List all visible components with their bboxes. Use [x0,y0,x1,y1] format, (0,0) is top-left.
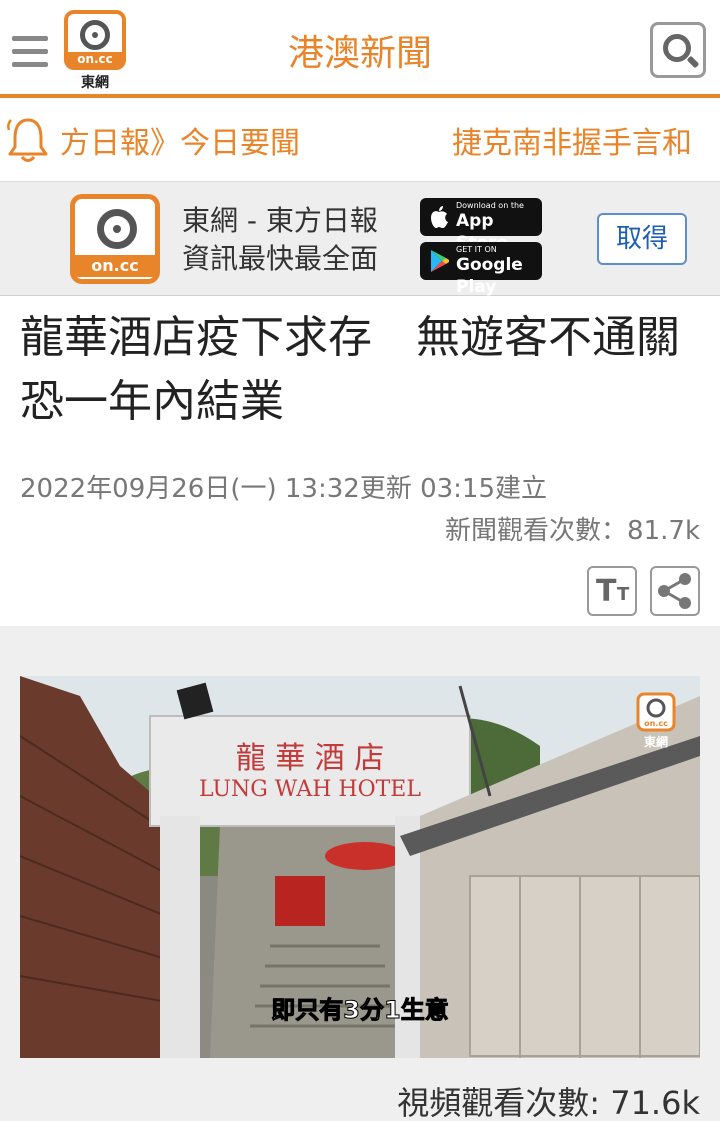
video-watermark-sub: 東網 [644,734,668,749]
video-frame: 龍 華 酒 店 LUNG WAH HOTEL on.cc 東網 即只有3分1生意 [20,676,700,1058]
banner-line-1: 東網 - 東方日報 [182,204,378,237]
banner-line-2: 資訊最快最全面 [182,242,379,275]
share-button[interactable] [650,566,700,616]
section-title: 港澳新聞 [287,33,432,74]
hotel-sign-chinese: 龍 華 酒 店 [236,741,385,776]
article-title: 龍華酒店疫下求存 無遊客不通關 恐一年內結業 [20,312,720,427]
video-view-count: 視頻觀看次數: 71.6k [397,1084,700,1121]
video-player[interactable]: 龍 華 酒 店 LUNG WAH HOTEL on.cc 東網 即只有3分1生意 [20,676,700,1058]
ticker-item-left[interactable]: 方日報》今日要聞 [60,118,300,162]
banner-promo-text: 東網 - 東方日報 資訊最快最全面 [182,202,378,278]
google-play-button[interactable]: GET IT ON Google Play [420,242,542,297]
google-play-label: Google Play [456,255,523,297]
font-size-button[interactable]: TT [587,566,637,616]
top-header: on.cc 東網 港澳新聞 [0,0,720,98]
app-logo: on.cc [70,194,160,284]
app-logo-text: on.cc [75,255,155,277]
app-download-banner: on.cc 東網 - 東方日報 資訊最快最全面 Download on the … [0,182,720,297]
news-ticker[interactable]: 方日報》今日要聞 捷克南非握手言和 [0,98,720,182]
video-section: 龍 華 酒 店 LUNG WAH HOTEL on.cc 東網 即只有3分1生意… [0,626,720,1121]
app-store-button[interactable]: Download on the App Store [420,198,542,253]
hotel-sign-english: LUNG WAH HOTEL [199,777,421,802]
google-play-icon [431,250,449,272]
ticker-item-right[interactable]: 捷克南非握手言和 [452,118,692,162]
share-icon [658,573,691,609]
get-app-button[interactable]: 取得 [597,213,687,265]
bell-icon [7,118,48,162]
video-subtitle: 即只有3分1生意 [271,996,448,1024]
article-view-count: 新聞觀看次數：81.7k [445,516,700,546]
apple-icon [431,206,448,228]
video-watermark-text: on.cc [644,719,668,728]
search-button[interactable] [650,22,706,78]
article-timestamp: 2022年09月26日(一) 13:32更新 03:15建立 [20,474,548,504]
